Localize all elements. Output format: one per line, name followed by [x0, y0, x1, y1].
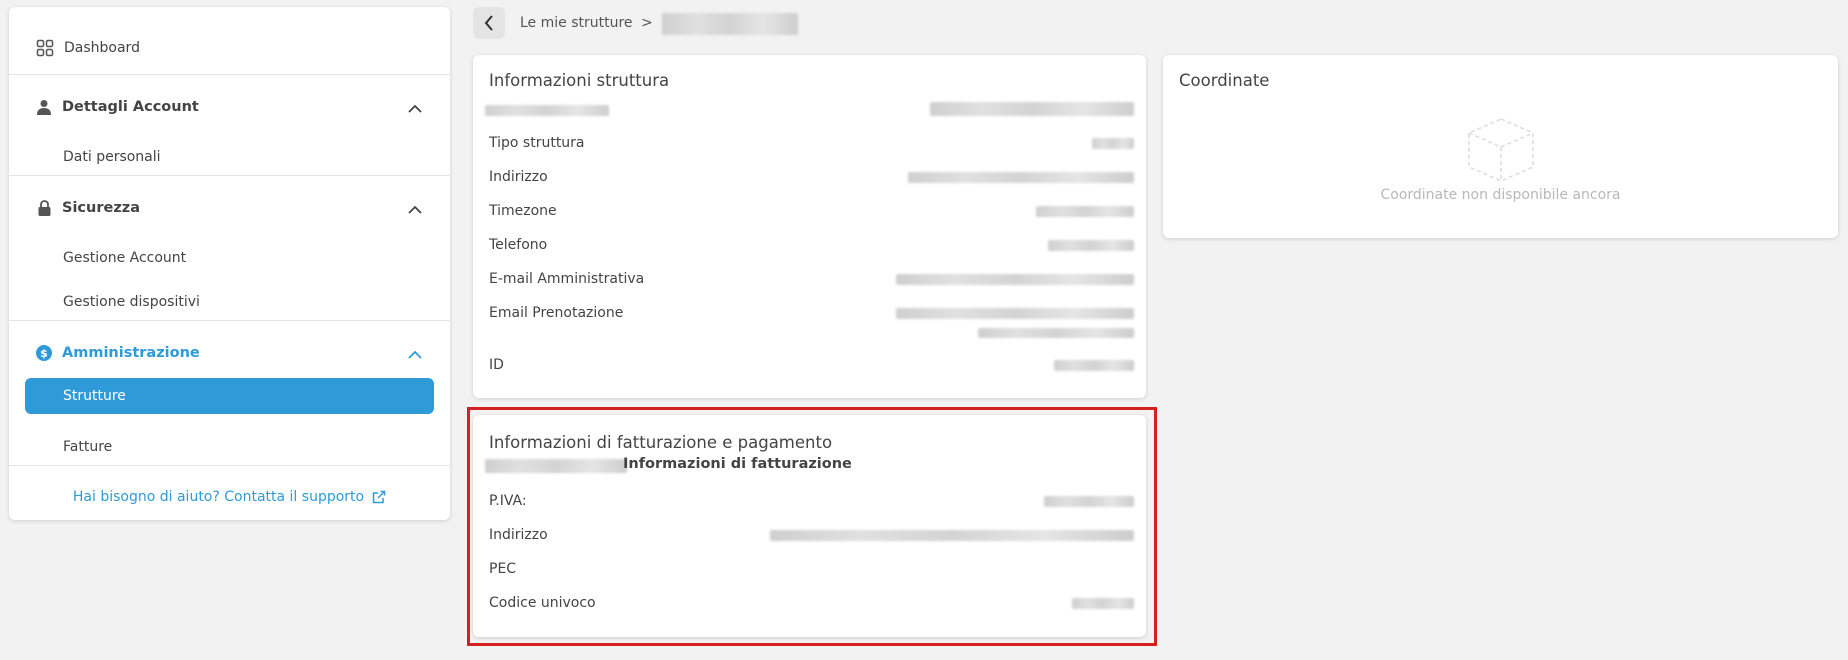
field-label: ID: [489, 357, 504, 373]
divider: [9, 74, 450, 75]
field-row: E-mail Amministrativa: [489, 271, 1134, 291]
structure-name-value: [485, 105, 609, 116]
section-label: Dettagli Account: [62, 99, 199, 115]
empty-box-icon: [1467, 117, 1535, 183]
lock-icon: [36, 199, 52, 217]
field-value: [908, 172, 1134, 183]
section-label: Sicurezza: [62, 200, 140, 216]
sidebar-item-fatture[interactable]: Fatture: [9, 432, 450, 462]
field-label: Tipo struttura: [489, 135, 585, 151]
sidebar-item-gestione-dispositivi[interactable]: Gestione dispositivi: [9, 287, 450, 317]
coordinates-empty-message: Coordinate non disponibile ancora: [1380, 187, 1621, 203]
card-title: Informazioni struttura: [489, 71, 670, 90]
section-admin[interactable]: $ Amministrazione: [9, 338, 450, 368]
field-value: [1092, 138, 1134, 149]
chevron-up-icon[interactable]: [408, 347, 422, 363]
field-label: E-mail Amministrativa: [489, 271, 645, 287]
field-value: [896, 308, 1134, 319]
field-row: Tipo struttura: [489, 135, 1134, 155]
sidebar-item-label: Fatture: [63, 439, 113, 455]
back-button[interactable]: [473, 7, 505, 39]
sidebar-item-gestione-account[interactable]: Gestione Account: [9, 243, 450, 273]
field-value: [1048, 240, 1134, 251]
structure-header-value: [930, 102, 1134, 116]
dollar-icon: $: [36, 344, 52, 362]
divider: [9, 175, 450, 176]
breadcrumb-separator: >: [641, 15, 653, 31]
field-row: Timezone: [489, 203, 1134, 223]
breadcrumb-current: [662, 13, 798, 35]
field-row: Telefono: [489, 237, 1134, 257]
support-link[interactable]: Hai bisogno di aiuto? Contatta il suppor…: [9, 485, 450, 509]
external-link-icon: [372, 490, 386, 504]
section-account[interactable]: Dettagli Account: [9, 92, 450, 122]
section-label: Amministrazione: [62, 345, 200, 361]
svg-text:$: $: [40, 347, 48, 360]
field-label: Indirizzo: [489, 169, 548, 185]
sidebar-item-label: Gestione Account: [63, 250, 187, 266]
sidebar-item-label: Dati personali: [63, 149, 161, 165]
field-value: [1054, 360, 1134, 371]
field-label: Email Prenotazione: [489, 305, 624, 321]
structure-info-card: Informazioni struttura Tipo struttura In…: [473, 55, 1146, 398]
field-value: [1036, 206, 1134, 217]
sidebar-item-label: Dashboard: [64, 40, 140, 56]
highlight-box: [467, 407, 1157, 646]
breadcrumb-parent[interactable]: Le mie strutture: [520, 15, 633, 31]
field-label: Telefono: [489, 237, 548, 253]
card-title: Coordinate: [1179, 71, 1270, 90]
section-security[interactable]: Sicurezza: [9, 193, 450, 223]
support-link-label: Hai bisogno di aiuto? Contatta il suppor…: [72, 489, 365, 505]
field-value-line2: [978, 328, 1134, 338]
divider: [9, 320, 450, 321]
user-icon: [36, 98, 52, 116]
sidebar-item-dati-personali[interactable]: Dati personali: [9, 142, 450, 172]
field-row: Email Prenotazione: [489, 305, 1134, 345]
field-row: ID: [489, 357, 1134, 377]
sidebar-item-dashboard[interactable]: Dashboard: [9, 33, 450, 63]
chevron-up-icon[interactable]: [408, 101, 422, 117]
field-label: Timezone: [489, 203, 557, 219]
sidebar-item-label: Gestione dispositivi: [63, 294, 200, 310]
field-value: [896, 274, 1134, 285]
sidebar-item-strutture[interactable]: Strutture: [25, 378, 434, 414]
divider: [9, 465, 450, 466]
chevron-up-icon[interactable]: [408, 202, 422, 218]
coordinates-card: Coordinate Coordinate non disponibile an…: [1163, 55, 1838, 238]
field-row: Indirizzo: [489, 169, 1134, 189]
chevron-left-icon: [484, 15, 494, 31]
sidebar-item-label: Strutture: [63, 388, 126, 404]
dashboard-icon: [36, 39, 54, 57]
sidebar: Dashboard Dettagli Account Dati personal…: [9, 7, 450, 520]
